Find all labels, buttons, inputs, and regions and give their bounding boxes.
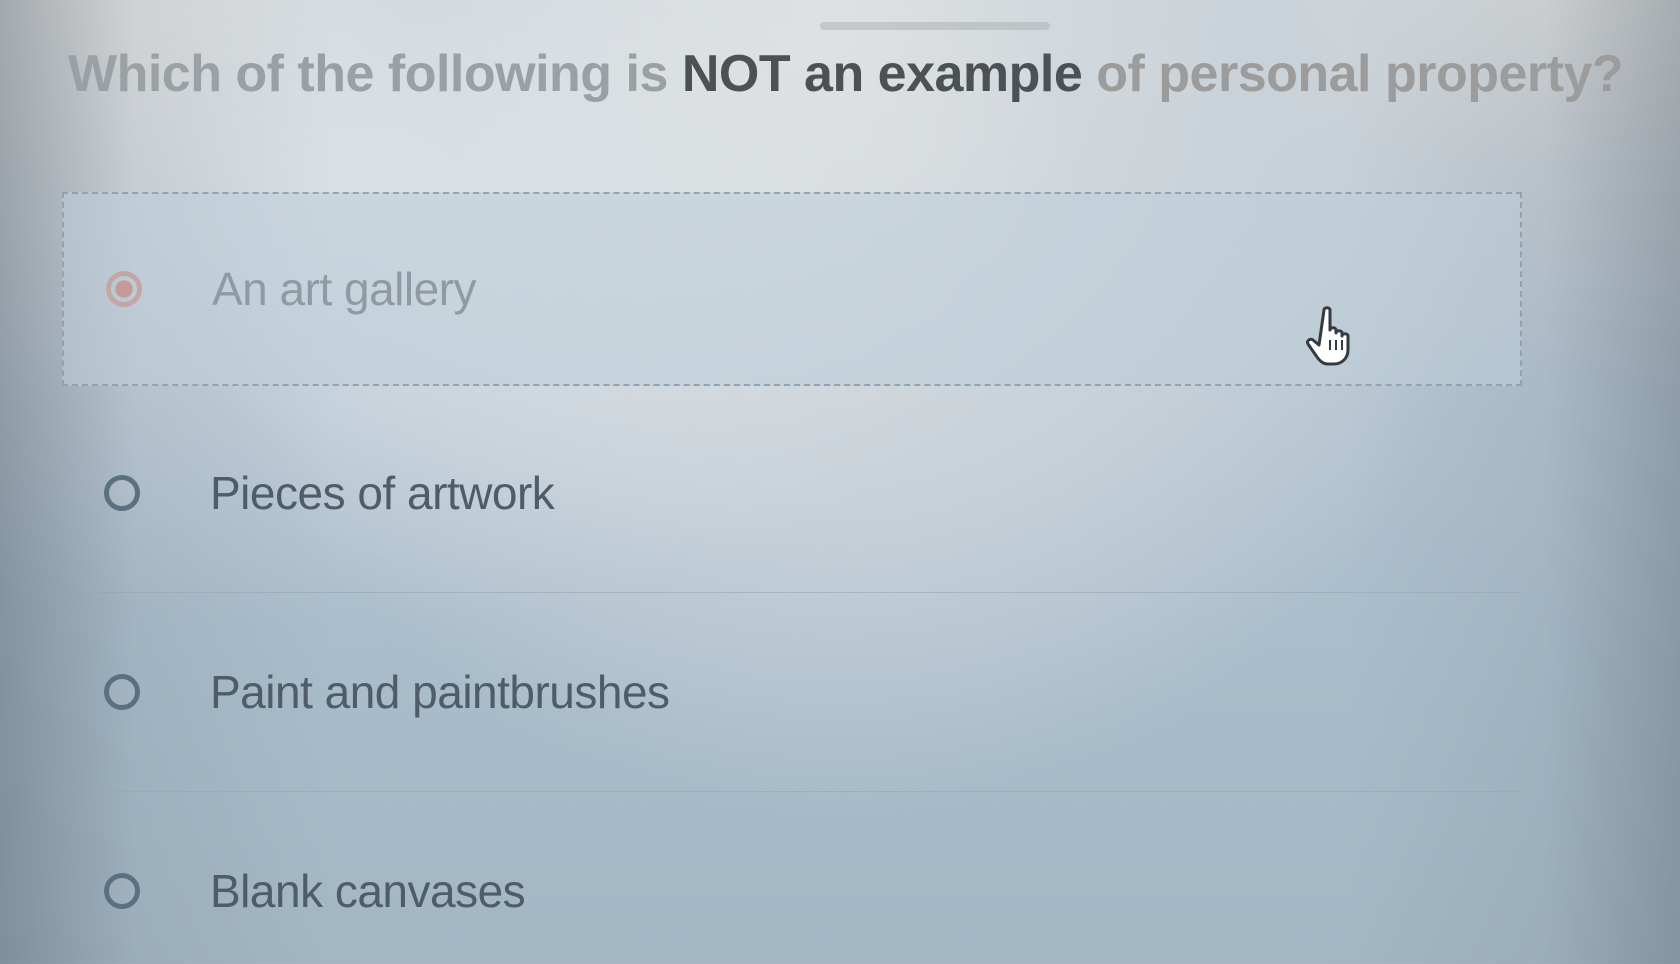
radio-button-selected-icon[interactable] [106, 271, 142, 307]
question-part-1: Which of the following is [68, 45, 682, 103]
option-paint-and-paintbrushes[interactable]: Paint and paintbrushes [62, 593, 1522, 792]
question-part-2: of personal property? [1082, 45, 1624, 103]
hand-pointer-icon [1306, 306, 1350, 366]
option-label: Blank canvases [210, 865, 526, 917]
radio-button-icon[interactable] [104, 674, 140, 710]
header-blur-mark [820, 22, 1050, 30]
option-label: Pieces of artwork [210, 467, 555, 519]
option-blank-canvases[interactable]: Blank canvases [62, 792, 1522, 964]
option-label: An art gallery [212, 263, 477, 315]
radio-button-icon[interactable] [104, 475, 140, 511]
option-pieces-of-artwork[interactable]: Pieces of artwork [62, 394, 1522, 593]
option-an-art-gallery[interactable]: An art gallery [62, 192, 1522, 386]
question-emphasis: NOT an example [681, 45, 1083, 103]
radio-button-icon[interactable] [104, 873, 140, 909]
option-label: Paint and paintbrushes [210, 666, 670, 718]
answer-options: An art gallery Pieces of artwork Paint a… [62, 192, 1522, 964]
question-text: Which of the following is NOT an example… [68, 44, 1628, 104]
